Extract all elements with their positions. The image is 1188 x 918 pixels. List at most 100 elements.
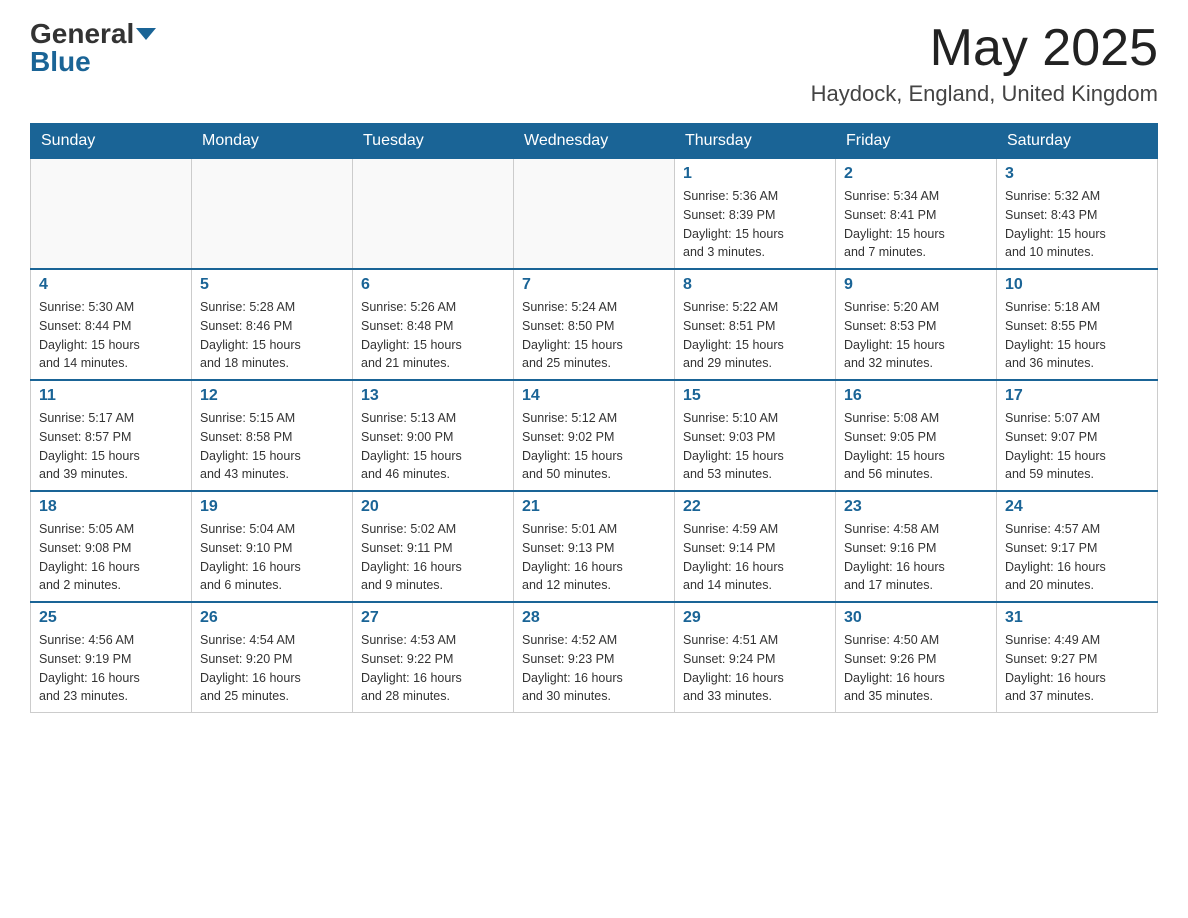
day-number: 29 [683,609,827,627]
day-number: 7 [522,276,666,294]
calendar-cell: 29 Sunrise: 4:51 AMSunset: 9:24 PMDayligh… [675,602,836,713]
day-number: 1 [683,165,827,183]
col-saturday: Saturday [997,124,1158,159]
day-info: Sunrise: 5:34 AMSunset: 8:41 PMDaylight:… [844,187,988,262]
day-number: 30 [844,609,988,627]
calendar-cell: 19Sunrise: 5:04 AMSunset: 9:10 PMDayligh… [192,491,353,602]
logo: General Blue [30,20,156,76]
calendar-cell: 17Sunrise: 5:07 AMSunset: 9:07 PMDayligh… [997,380,1158,491]
calendar-cell: 5 Sunrise: 5:28 AMSunset: 8:46 PMDaylight… [192,269,353,380]
day-info: Sunrise: 5:13 AMSunset: 9:00 PMDaylight:… [361,409,505,484]
day-info: Sunrise: 5:20 AMSunset: 8:53 PMDaylight:… [844,298,988,373]
day-number: 3 [1005,165,1149,183]
calendar-cell [31,159,192,270]
day-info: Sunrise: 5:22 AMSunset: 8:51 PMDaylight:… [683,298,827,373]
day-info: Sunrise: 5:15 AMSunset: 8:58 PMDaylight:… [200,409,344,484]
calendar-cell [192,159,353,270]
calendar-cell: 24 Sunrise: 4:57 AMSunset: 9:17 PMDayligh… [997,491,1158,602]
calendar-cell: 26 Sunrise: 4:54 AMSunset: 9:20 PMDayligh… [192,602,353,713]
logo-general-text: General [30,20,134,48]
day-number: 28 [522,609,666,627]
day-info: Sunrise: 4:59 AMSunset: 9:14 PMDaylight:… [683,520,827,595]
day-number: 2 [844,165,988,183]
calendar-cell: 18 Sunrise: 5:05 AMSunset: 9:08 PMDayligh… [31,491,192,602]
day-number: 17 [1005,387,1149,405]
day-number: 19 [200,498,344,516]
day-number: 5 [200,276,344,294]
calendar-cell: 4 Sunrise: 5:30 AMSunset: 8:44 PMDaylight… [31,269,192,380]
calendar-header-row: Sunday Monday Tuesday Wednesday Thursday… [31,124,1158,159]
calendar-cell: 22 Sunrise: 4:59 AMSunset: 9:14 PMDayligh… [675,491,836,602]
calendar-cell: 23Sunrise: 4:58 AMSunset: 9:16 PMDayligh… [836,491,997,602]
day-info: Sunrise: 4:54 AMSunset: 9:20 PMDaylight:… [200,631,344,706]
day-info: Sunrise: 4:50 AMSunset: 9:26 PMDaylight:… [844,631,988,706]
calendar-cell: 14 Sunrise: 5:12 AMSunset: 9:02 PMDayligh… [514,380,675,491]
day-number: 26 [200,609,344,627]
day-number: 11 [39,387,183,405]
calendar-cell: 15 Sunrise: 5:10 AMSunset: 9:03 PMDayligh… [675,380,836,491]
day-info: Sunrise: 4:57 AMSunset: 9:17 PMDaylight:… [1005,520,1149,595]
day-info: Sunrise: 4:53 AMSunset: 9:22 PMDaylight:… [361,631,505,706]
day-info: Sunrise: 4:49 AMSunset: 9:27 PMDaylight:… [1005,631,1149,706]
day-number: 13 [361,387,505,405]
col-sunday: Sunday [31,124,192,159]
day-info: Sunrise: 4:56 AMSunset: 9:19 PMDaylight:… [39,631,183,706]
day-number: 22 [683,498,827,516]
day-number: 25 [39,609,183,627]
logo-blue-text: Blue [30,48,91,76]
calendar-cell [514,159,675,270]
day-number: 16 [844,387,988,405]
day-info: Sunrise: 5:18 AMSunset: 8:55 PMDaylight:… [1005,298,1149,373]
calendar-week-row: 25 Sunrise: 4:56 AMSunset: 9:19 PMDayligh… [31,602,1158,713]
day-number: 8 [683,276,827,294]
day-info: Sunrise: 5:08 AMSunset: 9:05 PMDaylight:… [844,409,988,484]
logo-arrow-icon [136,28,156,40]
calendar-cell: 21 Sunrise: 5:01 AMSunset: 9:13 PMDayligh… [514,491,675,602]
calendar-cell: 8 Sunrise: 5:22 AMSunset: 8:51 PMDaylight… [675,269,836,380]
calendar-week-row: 4 Sunrise: 5:30 AMSunset: 8:44 PMDaylight… [31,269,1158,380]
day-info: Sunrise: 5:26 AMSunset: 8:48 PMDaylight:… [361,298,505,373]
title-block: May 2025 Haydock, England, United Kingdo… [811,20,1158,107]
calendar-cell: 2 Sunrise: 5:34 AMSunset: 8:41 PMDaylight… [836,159,997,270]
day-number: 24 [1005,498,1149,516]
calendar-cell: 9 Sunrise: 5:20 AMSunset: 8:53 PMDaylight… [836,269,997,380]
day-info: Sunrise: 5:01 AMSunset: 9:13 PMDaylight:… [522,520,666,595]
day-info: Sunrise: 5:12 AMSunset: 9:02 PMDaylight:… [522,409,666,484]
col-thursday: Thursday [675,124,836,159]
calendar-cell [353,159,514,270]
day-number: 12 [200,387,344,405]
calendar-cell: 6Sunrise: 5:26 AMSunset: 8:48 PMDaylight… [353,269,514,380]
day-info: Sunrise: 5:30 AMSunset: 8:44 PMDaylight:… [39,298,183,373]
day-info: Sunrise: 4:51 AMSunset: 9:24 PMDaylight:… [683,631,827,706]
day-number: 14 [522,387,666,405]
day-info: Sunrise: 5:10 AMSunset: 9:03 PMDaylight:… [683,409,827,484]
calendar-cell: 31Sunrise: 4:49 AMSunset: 9:27 PMDayligh… [997,602,1158,713]
calendar-cell: 7 Sunrise: 5:24 AMSunset: 8:50 PMDaylight… [514,269,675,380]
day-number: 21 [522,498,666,516]
calendar-cell: 11 Sunrise: 5:17 AMSunset: 8:57 PMDayligh… [31,380,192,491]
calendar-cell: 1 Sunrise: 5:36 AMSunset: 8:39 PMDaylight… [675,159,836,270]
month-year-title: May 2025 [811,20,1158,77]
calendar-cell: 28Sunrise: 4:52 AMSunset: 9:23 PMDayligh… [514,602,675,713]
calendar-table: Sunday Monday Tuesday Wednesday Thursday… [30,123,1158,713]
day-number: 15 [683,387,827,405]
day-info: Sunrise: 5:02 AMSunset: 9:11 PMDaylight:… [361,520,505,595]
day-info: Sunrise: 5:17 AMSunset: 8:57 PMDaylight:… [39,409,183,484]
day-number: 4 [39,276,183,294]
day-number: 9 [844,276,988,294]
calendar-week-row: 18 Sunrise: 5:05 AMSunset: 9:08 PMDayligh… [31,491,1158,602]
day-info: Sunrise: 5:36 AMSunset: 8:39 PMDaylight:… [683,187,827,262]
day-number: 23 [844,498,988,516]
calendar-week-row: 11 Sunrise: 5:17 AMSunset: 8:57 PMDayligh… [31,380,1158,491]
day-info: Sunrise: 5:32 AMSunset: 8:43 PMDaylight:… [1005,187,1149,262]
col-tuesday: Tuesday [353,124,514,159]
calendar-cell: 10Sunrise: 5:18 AMSunset: 8:55 PMDayligh… [997,269,1158,380]
col-wednesday: Wednesday [514,124,675,159]
day-number: 20 [361,498,505,516]
day-info: Sunrise: 5:24 AMSunset: 8:50 PMDaylight:… [522,298,666,373]
day-info: Sunrise: 5:05 AMSunset: 9:08 PMDaylight:… [39,520,183,595]
day-number: 18 [39,498,183,516]
calendar-week-row: 1 Sunrise: 5:36 AMSunset: 8:39 PMDaylight… [31,159,1158,270]
day-info: Sunrise: 5:28 AMSunset: 8:46 PMDaylight:… [200,298,344,373]
location-subtitle: Haydock, England, United Kingdom [811,81,1158,107]
